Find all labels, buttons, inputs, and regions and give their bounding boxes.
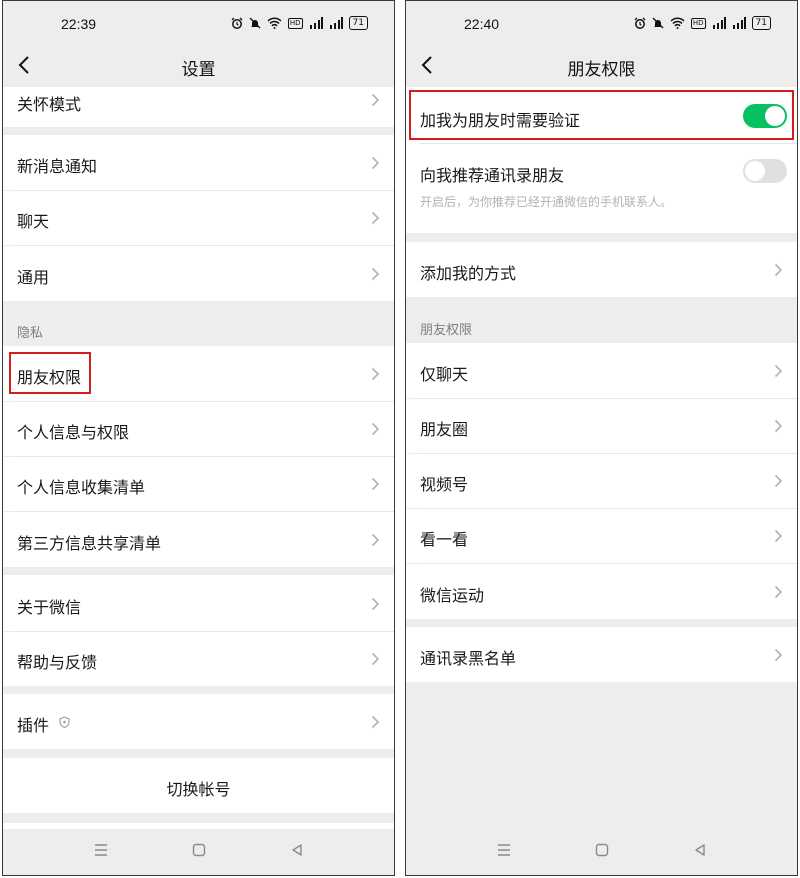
chevron-right-icon — [774, 529, 783, 543]
alarm-icon — [231, 17, 243, 29]
perm-item-moments[interactable]: 朋友圈 — [406, 399, 797, 453]
perm-item-top-stories[interactable]: 看一看 — [406, 509, 797, 563]
mute-icon — [249, 17, 261, 29]
settings-item-label: 聊天 — [17, 212, 50, 231]
wifi-icon — [267, 17, 282, 29]
settings-item-plugins[interactable]: 插件 — [3, 694, 394, 749]
perm-item-label: 微信运动 — [420, 586, 485, 605]
perm-item-chat-only[interactable]: 仅聊天 — [406, 343, 797, 398]
battery-icon: 71 — [348, 16, 368, 30]
status-bar: 22:39 HD 71 — [3, 1, 394, 45]
battery-icon: 71 — [751, 16, 771, 30]
switch-account-label: 切换帐号 — [166, 780, 231, 799]
recommend-label: 向我推荐通讯录朋友 — [420, 166, 565, 185]
status-time: 22:40 — [464, 16, 500, 32]
settings-item-label: 个人信息与权限 — [17, 423, 130, 442]
home-icon[interactable] — [192, 843, 206, 857]
hd-badge: HD — [287, 17, 303, 29]
recommend-note: 开启后，为你推荐已经开通微信的手机联系人。 — [420, 195, 673, 209]
highlight-box — [409, 90, 794, 140]
perm-item-werun[interactable]: 微信运动 — [406, 564, 797, 619]
chevron-right-icon — [371, 597, 380, 611]
settings-screen: 22:39 HD 71 设置 关怀模式 新消息通知 聊天 通用 隐私 朋友权限 … — [2, 0, 395, 876]
perm-item-label: 朋友圈 — [420, 420, 469, 439]
recommend-contacts-toggle[interactable] — [743, 159, 787, 183]
friend-permissions-screen: 22:40 HD 71 朋友权限 加我为朋友时需要验证 向我推荐通讯录朋友 开启… — [405, 0, 798, 876]
settings-item-about[interactable]: 关于微信 — [3, 575, 394, 631]
add-methods-label: 添加我的方式 — [420, 264, 517, 283]
chevron-right-icon — [774, 263, 783, 277]
perm-item-label: 仅聊天 — [420, 365, 469, 384]
settings-item-label: 新消息通知 — [17, 157, 98, 176]
hd-badge: HD — [690, 17, 706, 29]
settings-item-info-collection[interactable]: 个人信息收集清单 — [3, 457, 394, 511]
chevron-right-icon — [774, 419, 783, 433]
perm-item-label: 视频号 — [420, 475, 469, 494]
chevron-right-icon — [371, 652, 380, 666]
add-me-methods-item[interactable]: 添加我的方式 — [406, 242, 797, 297]
alarm-icon — [634, 17, 646, 29]
settings-item-help[interactable]: 帮助与反馈 — [3, 632, 394, 686]
menu-icon[interactable] — [496, 843, 512, 857]
perm-item-label: 看一看 — [420, 530, 469, 549]
chevron-right-icon — [774, 648, 783, 662]
settings-item-personal-info[interactable]: 个人信息与权限 — [3, 402, 394, 456]
settings-item-label: 个人信息收集清单 — [17, 478, 146, 497]
nav-bar: 设置 — [3, 45, 394, 87]
settings-item-label: 关于微信 — [17, 598, 82, 617]
chevron-right-icon — [371, 715, 380, 729]
settings-item-general[interactable]: 通用 — [3, 246, 394, 301]
signal-icon — [732, 17, 746, 29]
chevron-right-icon — [371, 477, 380, 491]
system-nav-bar — [406, 825, 797, 875]
chevron-right-icon — [371, 267, 380, 281]
chevron-right-icon — [371, 533, 380, 547]
signal-icon — [309, 17, 323, 29]
settings-item-label: 插件 — [17, 716, 50, 735]
mute-icon — [652, 17, 664, 29]
settings-item-label: 关怀模式 — [17, 95, 82, 114]
back-triangle-icon[interactable] — [693, 843, 707, 857]
settings-item-notifications[interactable]: 新消息通知 — [3, 135, 394, 190]
settings-item-chat[interactable]: 聊天 — [3, 191, 394, 245]
chevron-right-icon — [774, 364, 783, 378]
highlight-box — [9, 352, 91, 394]
chevron-right-icon — [371, 156, 380, 170]
nav-bar: 朋友权限 — [406, 45, 797, 87]
section-header-friend-permissions: 朋友权限 — [420, 323, 473, 338]
shield-icon — [59, 716, 70, 728]
switch-account-button[interactable]: 切换帐号 — [3, 758, 394, 813]
system-nav-bar — [3, 825, 394, 875]
perm-item-channels[interactable]: 视频号 — [406, 454, 797, 508]
back-triangle-icon[interactable] — [290, 843, 304, 857]
signal-icon — [329, 17, 343, 29]
status-icons: HD 71 — [634, 16, 771, 30]
wifi-icon — [670, 17, 685, 29]
settings-item-label: 第三方信息共享清单 — [17, 534, 162, 553]
settings-item-label: 通用 — [17, 268, 50, 287]
status-bar: 22:40 HD 71 — [406, 1, 797, 45]
status-time: 22:39 — [61, 16, 97, 32]
chevron-right-icon — [371, 211, 380, 225]
page-title: 朋友权限 — [567, 60, 636, 80]
home-icon[interactable] — [595, 843, 609, 857]
settings-item-label: 帮助与反馈 — [17, 653, 98, 672]
menu-icon[interactable] — [93, 843, 109, 857]
chevron-right-icon — [371, 93, 380, 107]
toggle-knob — [745, 161, 765, 181]
settings-item-care-mode[interactable]: 关怀模式 — [3, 87, 394, 127]
contact-blacklist-item[interactable]: 通讯录黑名单 — [406, 627, 797, 682]
signal-icon — [712, 17, 726, 29]
divider — [420, 143, 797, 144]
blacklist-label: 通讯录黑名单 — [420, 649, 517, 668]
chevron-right-icon — [371, 422, 380, 436]
chevron-right-icon — [774, 474, 783, 488]
chevron-right-icon — [371, 367, 380, 381]
settings-item-third-party-sharing[interactable]: 第三方信息共享清单 — [3, 512, 394, 567]
section-header-privacy: 隐私 — [17, 326, 44, 341]
chevron-right-icon — [774, 585, 783, 599]
page-title: 设置 — [181, 60, 216, 80]
status-icons: HD 71 — [231, 16, 368, 30]
